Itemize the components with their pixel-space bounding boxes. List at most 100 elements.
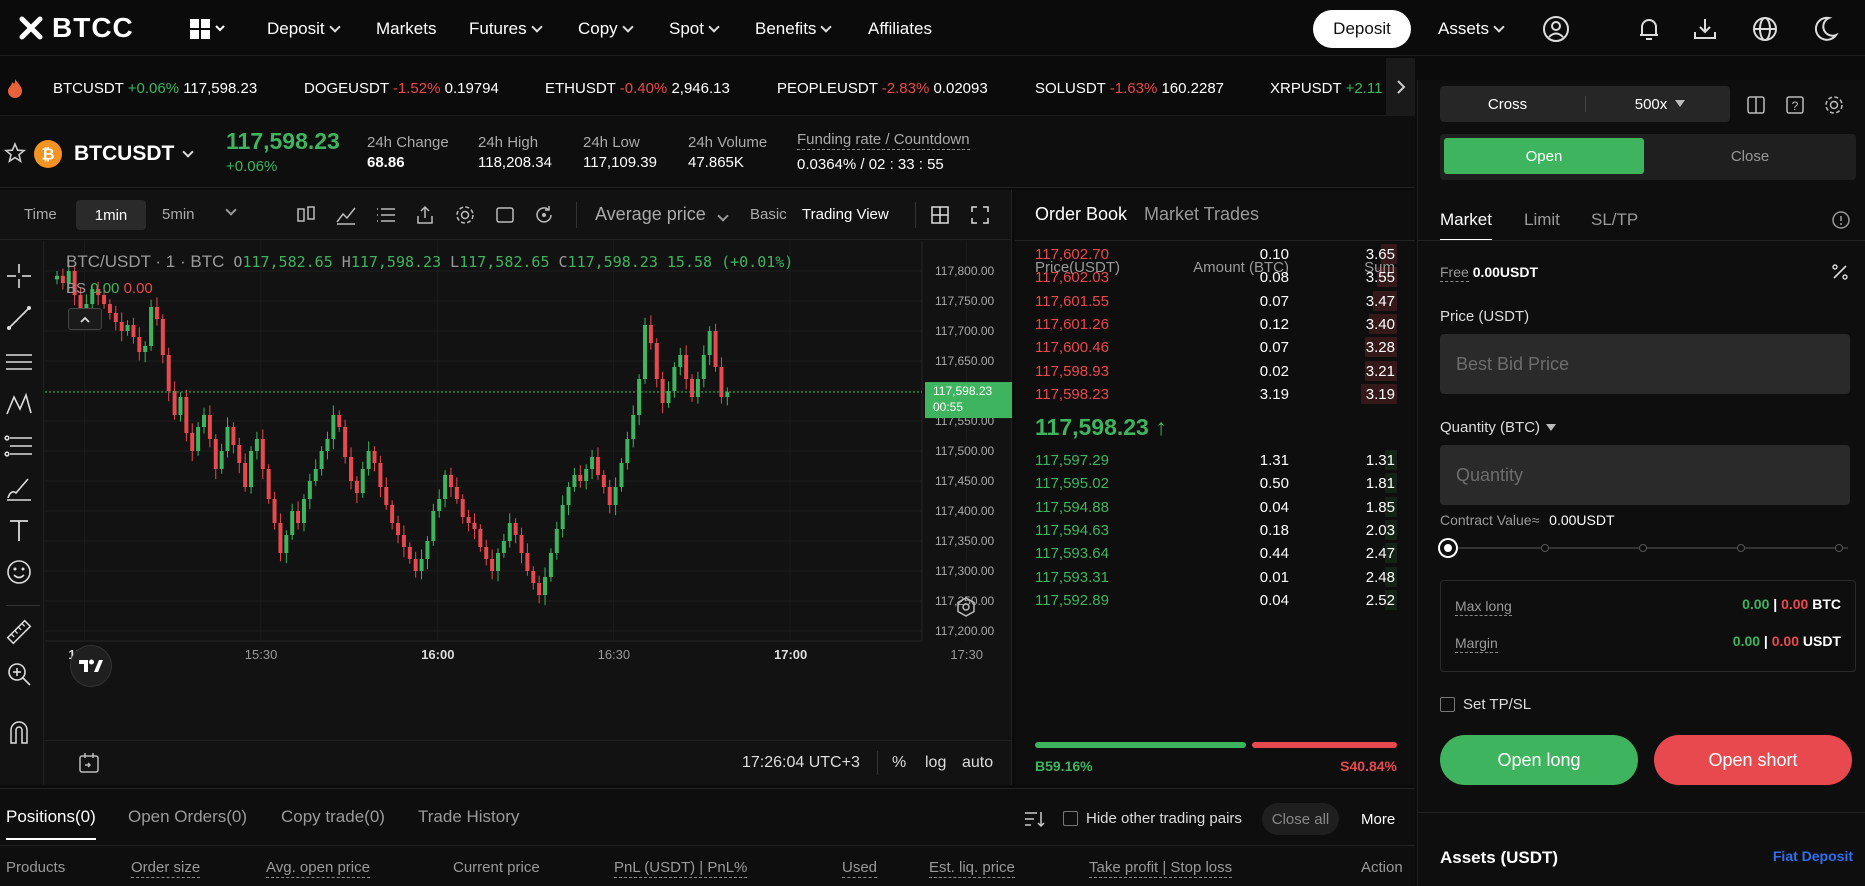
ticker-item[interactable]: ETHUSDT -0.40% 2,946.13 [545,80,730,97]
fullscreen-icon[interactable] [969,204,991,226]
bid-row[interactable]: 117,595.02 0.50 1.81 [1015,471,1415,495]
tradingview-logo[interactable] [70,645,112,687]
horizontal-lines-icon[interactable] [4,347,34,377]
tab-order-book[interactable]: Order Book [1035,204,1127,225]
funding-label[interactable]: Funding rate / Countdown [797,131,970,150]
fib-icon[interactable] [4,431,34,461]
close-all-button[interactable]: Close all [1262,803,1339,835]
tab-copy-trade[interactable]: Copy trade(0) [281,807,385,827]
ticker-item[interactable]: SOLUSDT -1.63% 160.2287 [1035,80,1224,97]
ask-row[interactable]: 117,598.23 3.19 3.19 [1015,382,1415,406]
col-avg-open-price[interactable]: Avg. open price [266,859,370,878]
interval-5min-button[interactable]: 5min [162,206,195,223]
ticker-item[interactable]: PEOPLEUSDT -2.83% 0.02093 [777,80,988,97]
layout-grid-icon[interactable] [929,204,951,226]
hide-other-pairs-checkbox[interactable] [1063,811,1078,826]
nav-markets[interactable]: Markets [376,19,436,39]
slider-thumb[interactable] [1440,540,1456,556]
col-order-size[interactable]: Order size [131,859,201,878]
ask-row[interactable]: 117,602.03 0.08 3.55 [1015,265,1415,289]
quantity-slider[interactable] [1440,540,1856,556]
price-type-select[interactable]: Average price [595,204,729,225]
bid-row[interactable]: 117,593.64 0.44 2.47 [1015,541,1415,565]
ticker-item[interactable]: BTCUSDT +0.06% 117,598.23 [53,80,257,97]
nav-affiliates[interactable]: Affiliates [868,19,932,39]
ask-row[interactable]: 117,598.93 0.02 3.21 [1015,359,1415,383]
emoji-icon[interactable] [4,557,34,587]
ticker-item[interactable]: DOGEUSDT -1.52% 0.19794 [304,80,499,97]
goto-date-icon[interactable] [77,751,101,775]
tab-open-orders[interactable]: Open Orders(0) [128,807,247,827]
open-short-button[interactable]: Open short [1654,735,1852,785]
order-type-limit[interactable]: Limit [1524,210,1560,230]
bid-row[interactable]: 117,592.89 0.04 2.52 [1015,588,1415,612]
slider-step-50[interactable] [1639,544,1647,552]
pattern-icon[interactable] [4,389,34,419]
refresh-icon[interactable] [533,204,555,226]
basic-view-button[interactable]: Basic [750,206,787,223]
brush-icon[interactable] [4,473,34,503]
share-icon[interactable] [414,204,436,226]
ask-row[interactable]: 117,601.26 0.12 3.40 [1015,312,1415,336]
ticker-item[interactable]: XRPUSDT +2.11 [1270,80,1385,97]
tab-trade-history[interactable]: Trade History [418,807,519,827]
ask-row[interactable]: 117,600.46 0.07 3.28 [1015,335,1415,359]
col-used[interactable]: Used [842,859,878,878]
percent-scale-button[interactable]: % [892,754,906,772]
tab-positions[interactable]: Positions(0) [6,807,96,840]
ticker-next-button[interactable] [1386,58,1415,116]
tradingview-button[interactable]: Trading View [802,206,889,223]
tpsl-checkbox-row[interactable]: Set TP/SL [1440,696,1531,713]
percent-toggle-icon[interactable] [1830,262,1850,282]
open-tab[interactable]: Open [1444,138,1644,174]
nav-spot[interactable]: Spot [669,19,720,39]
interval-1min-button[interactable]: 1min [76,200,146,230]
fiat-deposit-link[interactable]: Fiat Deposit [1773,848,1853,864]
bid-row[interactable]: 117,594.63 0.18 2.03 [1015,518,1415,542]
crosshair-icon[interactable] [4,261,34,291]
layout-icon[interactable] [1745,94,1767,116]
apps-grid-icon[interactable] [188,17,228,41]
tab-market-trades[interactable]: Market Trades [1144,204,1259,225]
slider-step-100[interactable] [1835,544,1843,552]
auto-scale-button[interactable]: auto [962,754,993,772]
bid-row[interactable]: 117,597.29 1.31 1.31 [1015,448,1415,472]
bell-icon[interactable] [1634,14,1664,44]
candles-icon[interactable] [295,204,317,226]
zoom-in-icon[interactable] [4,659,34,689]
order-type-sltp[interactable]: SL/TP [1591,210,1638,230]
magnet-icon[interactable] [4,717,34,747]
list-icon[interactable] [375,204,397,226]
bid-row[interactable]: 117,593.31 0.01 2.48 [1015,565,1415,589]
user-icon[interactable] [1541,14,1571,44]
col-tp-sl[interactable]: Take profit | Stop loss [1089,859,1233,878]
col-est-liq-price[interactable]: Est. liq. price [929,859,1015,878]
price-input[interactable]: Best Bid Price [1440,334,1850,394]
settings-icon[interactable] [1823,94,1845,116]
ask-row[interactable]: 117,601.55 0.07 3.47 [1015,289,1415,313]
hide-other-pairs[interactable]: Hide other trading pairs [1063,810,1242,827]
tpsl-checkbox[interactable] [1440,697,1455,712]
sort-filter-icon[interactable] [1023,809,1045,829]
order-type-market[interactable]: Market [1440,210,1492,241]
candlestick-chart[interactable]: 117,800.00 117,750.00 117,700.00 117,650.00… [45,241,1012,785]
col-pnl[interactable]: PnL (USDT) | PnL% [614,859,748,878]
trendline-icon[interactable] [4,303,34,333]
ruler-icon[interactable] [4,617,34,647]
slider-step-25[interactable] [1541,544,1549,552]
nav-futures[interactable]: Futures [469,19,543,39]
star-icon[interactable] [4,142,26,164]
chart-clock[interactable]: 17:26:04 UTC+3 [742,754,860,772]
more-button[interactable]: More [1361,811,1395,828]
download-icon[interactable] [1690,14,1720,44]
deposit-button[interactable]: Deposit [1313,10,1411,48]
close-tab[interactable]: Close [1650,138,1850,174]
ask-row[interactable]: 117,602.70 0.10 3.65 [1015,242,1415,266]
symbol-selector[interactable]: BTCUSDT [74,142,194,166]
moon-icon[interactable] [1810,14,1840,44]
info-icon[interactable] [1831,210,1851,230]
collapse-legend-button[interactable] [68,308,102,330]
open-long-button[interactable]: Open long [1440,735,1638,785]
nav-copy[interactable]: Copy [578,19,634,39]
brand-logo[interactable]: BTCC [16,12,134,44]
